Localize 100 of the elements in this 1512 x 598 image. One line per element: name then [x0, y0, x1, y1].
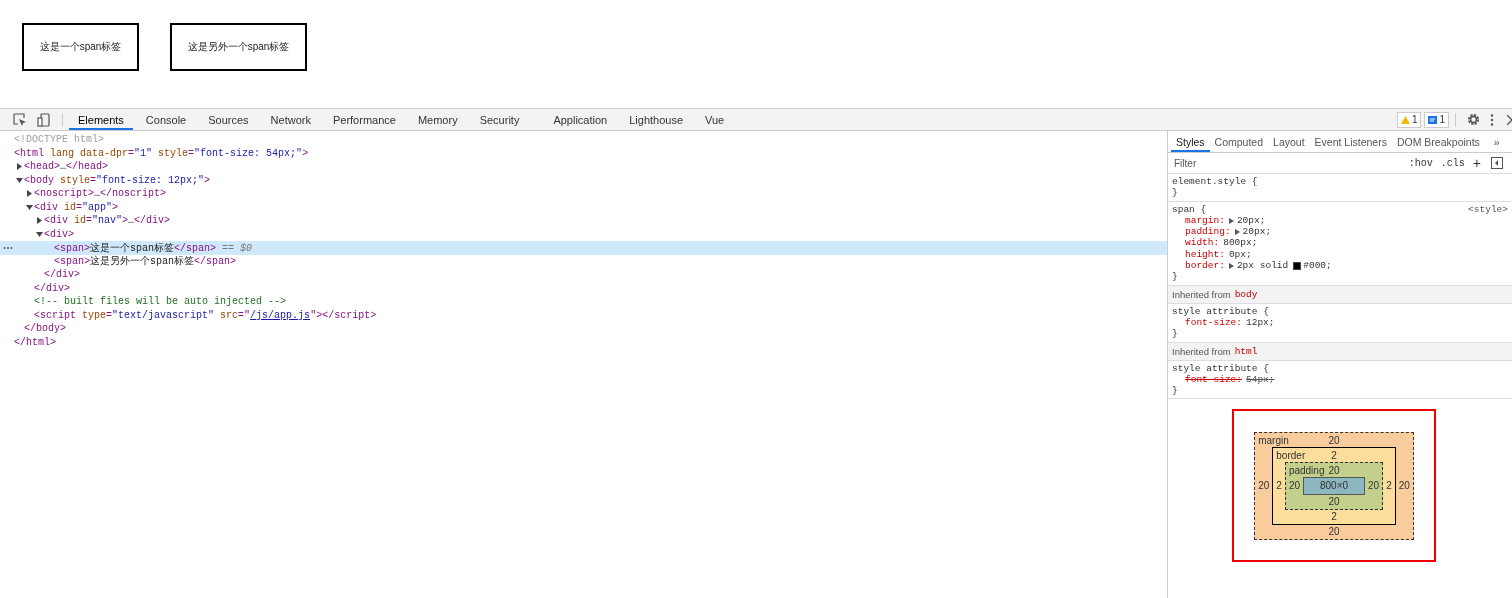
dom-node-line[interactable]: <div> [44, 228, 74, 240]
dom-closing-tag: </div> [44, 269, 80, 281]
panel-tab[interactable]: Memory [408, 109, 467, 130]
css-property[interactable]: border: [1185, 260, 1225, 272]
expanded-triangle-icon[interactable] [26, 203, 33, 211]
dom-node-line[interactable]: <div id="app"> [34, 201, 119, 213]
css-value[interactable]: 0px; [1228, 248, 1252, 261]
box-value: 20 [1328, 524, 1340, 539]
box-value: 20 [1257, 480, 1271, 492]
rule-source-link[interactable]: <style> [1468, 203, 1508, 215]
sidebar-tab[interactable]: DOM Breakpoints [1391, 131, 1485, 152]
code-token: =" [238, 309, 251, 321]
panel-tab[interactable]: Application [544, 109, 617, 130]
sidebar-tab[interactable]: Event Listeners [1309, 131, 1392, 152]
collapsed-triangle-icon[interactable] [36, 217, 43, 225]
panel-tab[interactable]: Security [470, 109, 529, 130]
code-token: type [81, 309, 107, 321]
dom-node-line[interactable]: <!-- built files will be auto injected --> [34, 296, 287, 308]
panel-tab[interactable]: Sources [199, 109, 258, 130]
panel-tab[interactable]: Elements [69, 109, 133, 130]
css-property[interactable]: padding: [1185, 226, 1231, 238]
sidebar-tab[interactable]: Layout [1268, 131, 1310, 152]
rule-selector: style attribute { [1172, 362, 1269, 374]
settings-icon[interactable] [1467, 113, 1480, 126]
css-value[interactable]: #000; [1303, 260, 1332, 272]
css-value[interactable]: 20px; [1236, 214, 1266, 227]
code-token: "text/javascript" [112, 309, 215, 321]
expand-triangle-icon[interactable] [1228, 217, 1234, 224]
source-link[interactable]: /js/app.js [250, 309, 311, 321]
sidebar-tab[interactable]: Computed [1209, 131, 1269, 152]
box-label: padding [1288, 464, 1325, 476]
dom-node-line[interactable]: <html lang data-dpr="1" style="font-size: 54px;"> [14, 147, 309, 159]
dom-node-line[interactable]: <div id="nav">…</div> [44, 215, 171, 227]
box-value: 2 [1275, 480, 1283, 492]
box-value: 20 [1328, 433, 1340, 447]
device-icon[interactable] [37, 112, 51, 127]
more-tabs-button[interactable]: » [1488, 131, 1505, 152]
box-value: 20 [1328, 463, 1340, 477]
css-property[interactable]: width: [1185, 237, 1220, 249]
css-value[interactable]: 20px; [1242, 226, 1272, 238]
class-button[interactable]: .cls [1437, 157, 1468, 169]
sidebar-toggle-icon[interactable] [1491, 157, 1503, 169]
expanded-triangle-icon[interactable] [36, 230, 43, 238]
code-token: src [219, 309, 239, 321]
code-token: = [106, 309, 113, 321]
dom-node-line[interactable]: <noscript>…</noscript> [34, 188, 167, 200]
box-value: 2 [1331, 509, 1337, 524]
css-property[interactable]: height: [1185, 248, 1225, 261]
dom-node-line[interactable]: <body style="font-size: 12px;"> [24, 174, 211, 186]
code-token: "> [310, 309, 323, 321]
css-value[interactable]: 12px; [1246, 316, 1275, 329]
panel-tab[interactable]: Network [261, 109, 320, 130]
inherited-label: Inherited from [1172, 345, 1231, 357]
hover-state-button[interactable]: :hov [1405, 157, 1436, 169]
css-property[interactable]: font-size: [1185, 373, 1242, 386]
inherited-element-link[interactable]: body [1234, 288, 1258, 300]
expanded-triangle-icon[interactable] [16, 176, 23, 184]
panel-tab[interactable]: Vue [696, 109, 734, 130]
expand-triangle-icon[interactable] [1234, 228, 1240, 235]
closing-brace: } [1172, 187, 1179, 199]
box-value: 20 [1287, 480, 1301, 492]
close-icon[interactable] [1507, 114, 1512, 125]
rule-selector: span { [1172, 203, 1207, 215]
css-value[interactable]: 54px; [1246, 373, 1275, 386]
dom-closing-tag: </html> [14, 336, 56, 348]
inspect-icon[interactable] [13, 112, 27, 127]
collapsed-triangle-icon[interactable] [16, 163, 23, 171]
dom-closing-tag: </body> [24, 323, 66, 335]
css-property[interactable]: font-size: [1185, 316, 1242, 329]
code-token: </script> [322, 309, 377, 321]
sidebar-tab[interactable]: Styles [1171, 131, 1210, 152]
panel-tab[interactable]: Lighthouse [620, 109, 693, 130]
dom-node-line[interactable]: <head>…</head> [24, 161, 109, 173]
code-token: <script [34, 309, 76, 321]
new-rule-button[interactable]: + [1469, 155, 1484, 171]
warning-count-badge[interactable]: 1 [1396, 111, 1422, 128]
inherited-element-link[interactable]: html [1234, 345, 1258, 357]
box-value: 20 [1397, 480, 1411, 492]
color-swatch[interactable] [1293, 261, 1302, 270]
expand-triangle-icon[interactable] [1228, 262, 1234, 269]
rule-selector: style attribute { [1172, 305, 1269, 317]
more-icon[interactable] [3, 246, 13, 250]
bordered-span: 这是一个span标签 [22, 23, 139, 71]
menu-icon[interactable] [1490, 113, 1494, 126]
dom-node-line[interactable]: <span>这是一个span标签</span> == $0 [54, 240, 253, 255]
panel-tab[interactable]: Console [136, 109, 196, 130]
box-value: 20 [1367, 480, 1381, 492]
css-value[interactable]: 800px; [1223, 237, 1258, 249]
rule-selector: element.style { [1172, 176, 1258, 188]
box-label: margin [1258, 434, 1289, 446]
panel-tab[interactable]: Performance [323, 109, 405, 130]
css-value[interactable]: 2px solid [1236, 260, 1289, 272]
css-property[interactable]: margin: [1185, 214, 1225, 227]
box-value: 20 [1328, 494, 1340, 509]
dom-closing-tag: </div> [34, 282, 70, 294]
collapsed-triangle-icon[interactable] [26, 190, 33, 198]
message-count-badge[interactable]: 1 [1424, 111, 1449, 128]
closing-brace: } [1172, 271, 1179, 283]
box-value: 2 [1385, 480, 1393, 492]
dom-node-line[interactable]: <span>这是另外一个span标签</span> [54, 254, 237, 269]
